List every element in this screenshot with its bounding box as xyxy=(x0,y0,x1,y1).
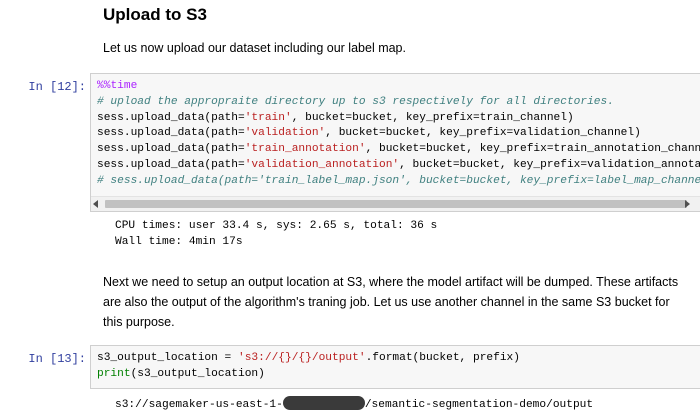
code-line[interactable]: # sess.upload_data(path='train_label_map… xyxy=(97,174,700,190)
cell-output: CPU times: user 33.4 s, sys: 2.65 s, tot… xyxy=(115,219,437,250)
code-token: , bucket=bucket, key_prefix=train_channe… xyxy=(291,111,574,124)
code-line[interactable]: sess.upload_data(path='validation', buck… xyxy=(97,126,700,142)
code-token: 'validation_annotation' xyxy=(244,158,400,171)
output-line: Wall time: 4min 17s xyxy=(115,235,243,248)
code-line[interactable]: print(s3_output_location) xyxy=(97,367,700,383)
code-token: sess.upload_data(path= xyxy=(97,158,245,171)
markdown-text: Let us now upload our dataset including … xyxy=(103,41,406,55)
output-text: s3://sagemaker-us-east-1- xyxy=(115,399,283,411)
markdown-title: Upload to S3 xyxy=(103,5,207,24)
code-token: , bucket=bucket, key_prefix=train_annota… xyxy=(365,143,700,156)
code-token: , bucket=bucket, key_prefix=validation_c… xyxy=(325,127,641,140)
code-editor[interactable]: s3_output_location = 's3://{}/{}/output'… xyxy=(91,346,700,383)
code-token: # upload the appropraite directory up to… xyxy=(97,95,614,108)
scroll-left-icon[interactable] xyxy=(93,200,98,208)
redacted-block xyxy=(282,396,365,410)
code-token: sess.upload_data(path= xyxy=(97,127,245,140)
output-text: /semantic-segmentation-demo/output xyxy=(364,399,594,411)
code-line[interactable]: %%time xyxy=(97,79,700,95)
code-cell[interactable]: s3_output_location = 's3://{}/{}/output'… xyxy=(90,345,700,389)
code-line[interactable]: sess.upload_data(path='train', bucket=bu… xyxy=(97,111,700,127)
code-token: (s3_output_location) xyxy=(130,367,265,380)
code-token: print xyxy=(97,367,131,380)
scroll-right-icon[interactable] xyxy=(685,200,690,208)
scroll-thumb[interactable] xyxy=(105,200,687,208)
code-token: 'train' xyxy=(244,111,292,124)
code-token: %% xyxy=(97,80,111,92)
code-token: 'train_annotation' xyxy=(244,143,366,156)
cell-output: s3://sagemaker-us-east-1- /semantic-segme… xyxy=(115,396,593,414)
code-cell[interactable]: %%time # upload the appropraite directory… xyxy=(90,73,700,212)
cell-prompt: In [12]: xyxy=(28,80,86,94)
code-token: time xyxy=(110,80,138,92)
code-token: 'validation' xyxy=(244,127,326,140)
markdown-text: Next we need to setup an output location… xyxy=(103,275,679,329)
code-token: .format(bucket, prefix) xyxy=(365,352,520,364)
code-line[interactable]: sess.upload_data(path='train_annotation'… xyxy=(97,142,700,158)
cell-prompt: In [13]: xyxy=(28,352,86,366)
code-token: sess.upload_data(path= xyxy=(97,143,245,156)
code-token: 's3://{}/{}/output' xyxy=(238,352,366,364)
code-editor[interactable]: %%time # upload the appropraite directory… xyxy=(91,74,700,190)
code-token: # sess.upload_data(path='train_label_map… xyxy=(97,174,700,187)
code-token: s3_output_location = xyxy=(97,352,238,364)
horizontal-scrollbar[interactable] xyxy=(91,196,700,211)
code-token: , bucket=bucket, key_prefix=validation_a… xyxy=(399,158,700,171)
code-token: sess.upload_data(path= xyxy=(97,111,245,124)
code-line[interactable]: sess.upload_data(path='validation_annota… xyxy=(97,158,700,174)
code-line[interactable]: s3_output_location = 's3://{}/{}/output'… xyxy=(97,351,700,367)
output-line: CPU times: user 33.4 s, sys: 2.65 s, tot… xyxy=(115,220,438,232)
code-line[interactable]: # upload the appropraite directory up to… xyxy=(97,95,700,111)
